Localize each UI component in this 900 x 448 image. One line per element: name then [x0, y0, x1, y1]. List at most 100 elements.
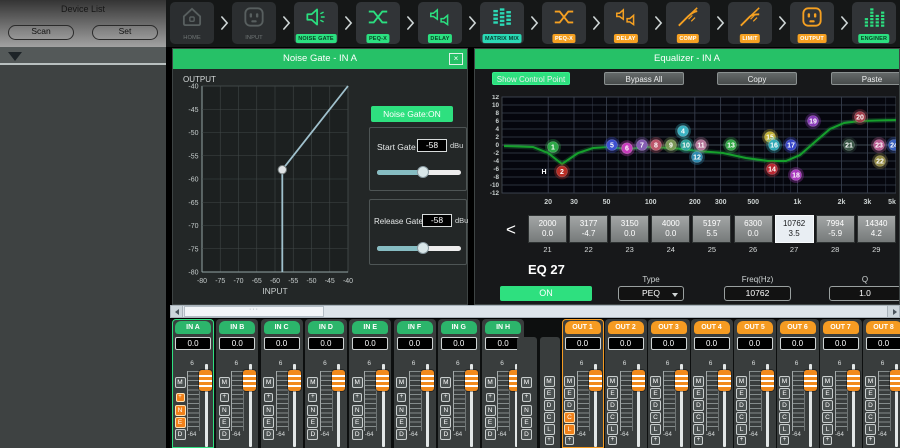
strip-button-l[interactable]: L — [544, 424, 555, 435]
show-control-point-button[interactable]: Show Control Point — [492, 72, 570, 85]
strip-button-n[interactable]: N — [307, 405, 318, 416]
nav-item-delay[interactable]: DELAY — [418, 2, 462, 44]
fader-handle[interactable] — [718, 370, 731, 391]
eq-point-17[interactable]: 17 — [783, 137, 799, 153]
strip-button-m[interactable]: M — [307, 377, 318, 388]
strip-button-c[interactable]: C — [865, 412, 876, 423]
eq-point-19[interactable]: 19 — [805, 113, 821, 129]
fader-handle[interactable] — [376, 370, 389, 391]
strip-button-m[interactable]: M — [693, 376, 704, 387]
strip-button-e[interactable]: E — [440, 417, 451, 428]
strip-button-l[interactable]: L — [779, 424, 790, 435]
strip-button-d[interactable]: D — [219, 429, 230, 440]
strip-button-d[interactable]: D — [693, 400, 704, 411]
fader-handle[interactable] — [288, 370, 301, 391]
strip-button-l[interactable]: L — [865, 424, 876, 435]
strip-button-m[interactable]: M — [521, 377, 532, 388]
strip-button-n[interactable]: N — [485, 405, 496, 416]
channel-strip-out-3[interactable]: OUT 30.06-64MEDCL+ — [648, 319, 690, 448]
channel-gain-value[interactable]: 0.0 — [264, 337, 300, 350]
channel-strip-out-7[interactable]: OUT 70.06-64MEDCL+ — [820, 319, 862, 448]
strip-button-e[interactable]: E — [544, 388, 555, 399]
eq-point-10[interactable]: 10 — [678, 137, 694, 153]
strip-button-plus[interactable]: + — [176, 393, 185, 402]
strip-button-d[interactable]: D — [650, 400, 661, 411]
channel-strip-out-5[interactable]: OUT 50.06-64MEDCL+ — [734, 319, 776, 448]
strip-button-e[interactable]: E — [219, 417, 230, 428]
strip-button-m[interactable]: M — [396, 377, 407, 388]
strip-button-plus[interactable]: + — [866, 436, 875, 445]
strip-button-l[interactable]: L — [650, 424, 661, 435]
nav-item-limit[interactable]: LIMIT — [728, 2, 772, 44]
eq-point-7[interactable]: 7 — [634, 137, 650, 153]
freq-field[interactable]: 10762 — [724, 286, 791, 301]
eq-band-24[interactable]: 40000.0 — [651, 215, 690, 243]
channel-gain-value[interactable]: 0.0 — [866, 337, 900, 350]
device-dropdown[interactable] — [0, 47, 166, 65]
fader-handle[interactable] — [761, 370, 774, 391]
mini-strip[interactable]: M+NED — [517, 337, 537, 448]
nav-item-comp[interactable]: COMP — [666, 2, 710, 44]
strip-button-n[interactable]: N — [440, 405, 451, 416]
slider-knob[interactable] — [417, 242, 429, 254]
eq-point-14[interactable]: 14 — [764, 161, 780, 177]
strip-button-l[interactable]: L — [564, 424, 575, 435]
strip-button-e[interactable]: E — [564, 388, 575, 399]
eq-band-21[interactable]: 20000.0 — [528, 215, 567, 243]
strip-button-n[interactable]: N — [521, 405, 532, 416]
strip-button-n[interactable]: N — [219, 405, 230, 416]
strip-button-e[interactable]: E — [396, 417, 407, 428]
channel-strip-in-e[interactable]: IN E0.06-64M+NED — [349, 319, 391, 448]
eq-point-13[interactable]: 13 — [723, 137, 739, 153]
strip-button-d[interactable]: D — [175, 429, 186, 440]
fader-handle[interactable] — [804, 370, 817, 391]
channel-strip-in-f[interactable]: IN F0.06-64M+NED — [394, 319, 436, 448]
band-prev-button[interactable]: < — [502, 217, 520, 243]
strip-button-m[interactable]: M — [865, 376, 876, 387]
nav-item-output[interactable]: OUTPUT — [790, 2, 834, 44]
fader-handle[interactable] — [890, 370, 900, 391]
fader-handle[interactable] — [632, 370, 645, 391]
strip-button-e[interactable]: E — [650, 388, 661, 399]
channel-strip-in-c[interactable]: IN C0.06-64M+NED — [261, 319, 303, 448]
fader-handle[interactable] — [675, 370, 688, 391]
strip-button-e[interactable]: E — [822, 388, 833, 399]
strip-button-c[interactable]: C — [544, 412, 555, 423]
nav-item-input[interactable]: INPUT — [232, 2, 276, 44]
nav-item-home[interactable]: HOME — [170, 2, 214, 44]
channel-strip-out-1[interactable]: OUT 10.06-64MEDCL+ — [562, 319, 604, 448]
strip-button-m[interactable]: M — [822, 376, 833, 387]
channel-strip-in-g[interactable]: IN G0.06-64M+NED — [438, 319, 480, 448]
strip-button-n[interactable]: N — [352, 405, 363, 416]
paste-button[interactable]: Paste — [831, 72, 900, 85]
q-field[interactable]: 1.0 — [829, 286, 900, 301]
strip-button-e[interactable]: E — [352, 417, 363, 428]
channel-gain-value[interactable]: 0.0 — [352, 337, 388, 350]
nav-item-delay[interactable]: DELAY — [604, 2, 648, 44]
fader-handle[interactable] — [465, 370, 478, 391]
strip-button-plus[interactable]: + — [522, 393, 531, 402]
nav-item-peq-x[interactable]: PEQ-X — [356, 2, 400, 44]
channel-gain-value[interactable]: 0.0 — [823, 337, 859, 350]
mini-strip[interactable]: MEDCL+ — [540, 337, 560, 448]
eq-on-button[interactable]: ON — [500, 286, 592, 301]
strip-button-plus[interactable]: + — [737, 436, 746, 445]
channel-strip-in-a[interactable]: IN A0.06-64M+NED — [172, 319, 214, 448]
eq-point-5[interactable]: 5 — [604, 137, 620, 153]
fader-handle[interactable] — [421, 370, 434, 391]
fader-handle[interactable] — [199, 370, 212, 391]
fader-handle[interactable] — [332, 370, 345, 391]
strip-button-m[interactable]: M — [736, 376, 747, 387]
release-gate-slider[interactable] — [377, 242, 461, 254]
strip-button-e[interactable]: E — [263, 417, 274, 428]
strip-button-e[interactable]: E — [307, 417, 318, 428]
strip-button-d[interactable]: D — [736, 400, 747, 411]
strip-button-m[interactable]: M — [175, 377, 186, 388]
fader-handle[interactable] — [243, 370, 256, 391]
strip-button-d[interactable]: D — [307, 429, 318, 440]
close-icon[interactable]: × — [449, 53, 463, 65]
strip-button-e[interactable]: E — [607, 388, 618, 399]
channel-gain-value[interactable]: 0.0 — [485, 337, 521, 350]
channel-gain-value[interactable]: 0.0 — [780, 337, 816, 350]
strip-button-plus[interactable]: + — [651, 436, 660, 445]
